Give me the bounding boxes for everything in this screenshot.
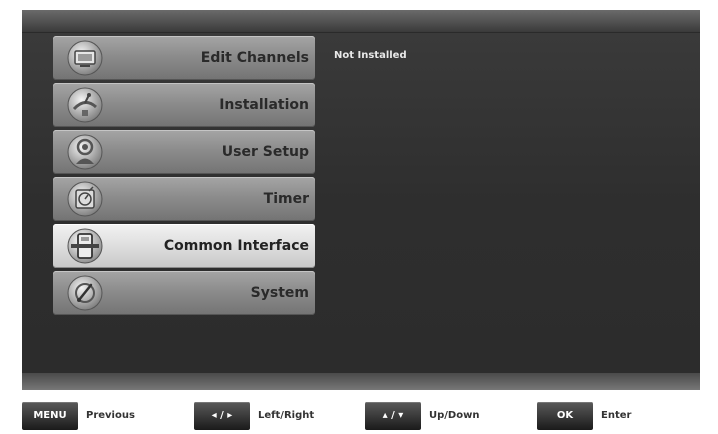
key-hint-label: Enter: [601, 410, 632, 421]
menu-item-user-setup[interactable]: User Setup: [53, 130, 315, 174]
menu-item-timer[interactable]: Timer: [53, 177, 315, 221]
key-hint-label: Left/Right: [258, 410, 315, 421]
key-hint-label: Previous: [86, 410, 135, 421]
menu-item-edit-channels[interactable]: Edit Channels: [53, 36, 315, 80]
menu-content: Edit Channels Installation User Setup Ti…: [22, 33, 700, 373]
main-menu: Edit Channels Installation User Setup Ti…: [53, 36, 315, 318]
ci-status-text: Not Installed: [334, 50, 407, 61]
menu-item-label: Timer: [263, 191, 309, 207]
menu-screen: Edit Channels Installation User Setup Ti…: [22, 10, 700, 390]
menu-item-label: System: [250, 285, 309, 301]
menu-item-installation[interactable]: Installation: [53, 83, 315, 127]
system-icon: [67, 275, 103, 311]
menu-item-system[interactable]: System: [53, 271, 315, 315]
timer-icon: [67, 181, 103, 217]
edit-channels-icon: [67, 40, 103, 76]
menu-item-label: Common Interface: [163, 238, 309, 254]
left-right-key-button[interactable]: ◂ / ▸: [194, 402, 250, 430]
common-interface-icon: [67, 228, 103, 264]
menu-key-button[interactable]: MENU: [22, 402, 78, 430]
menu-item-label: Installation: [219, 97, 309, 113]
menu-item-label: User Setup: [221, 144, 309, 160]
menu-item-label: Edit Channels: [200, 50, 309, 66]
installation-icon: [67, 87, 103, 123]
user-setup-icon: [67, 134, 103, 170]
menu-item-common-interface[interactable]: Common Interface: [53, 224, 315, 268]
up-down-key-button[interactable]: ▴ / ▾: [365, 402, 421, 430]
key-help-bar: MENU Previous ◂ / ▸ Left/Right ▴ / ▾ Up/…: [22, 402, 700, 430]
key-hint-label: Up/Down: [429, 410, 480, 421]
top-bar: [22, 10, 700, 33]
ok-key-button[interactable]: OK: [537, 402, 593, 430]
bottom-bar: [22, 373, 700, 390]
